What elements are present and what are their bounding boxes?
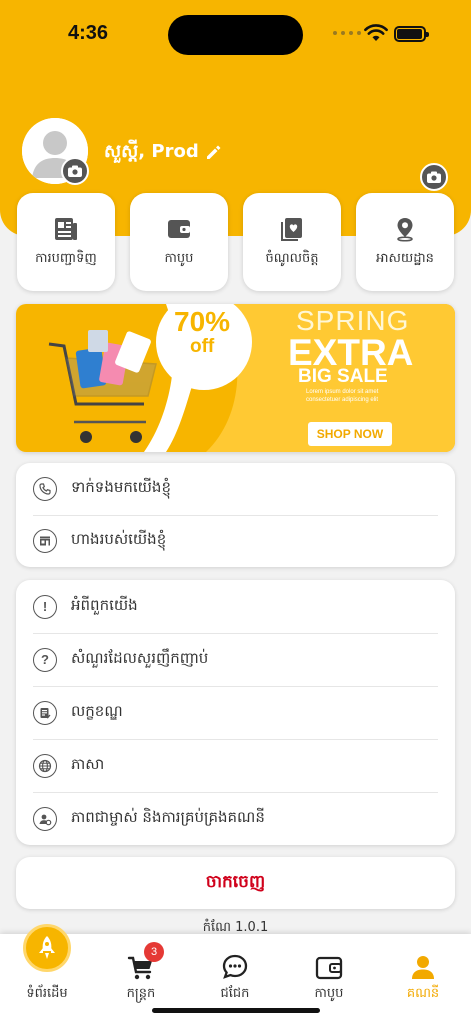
- greeting: សួស្តី, Prod: [104, 139, 222, 166]
- banner-line-big-sale: BIG SALE: [298, 366, 388, 387]
- menu-item-label: លក្ខខណ្ឌ: [71, 701, 123, 720]
- tab-cart[interactable]: កន្ត្រក 3: [94, 934, 188, 1004]
- menu-item-our-store[interactable]: ហាងរបស់យើងខ្ញុំ: [16, 515, 455, 567]
- dynamic-island: [168, 15, 303, 55]
- wallet-icon: [315, 956, 343, 980]
- change-cover-camera-icon[interactable]: [420, 163, 448, 191]
- quick-action-wallet[interactable]: កាបូប: [130, 193, 228, 291]
- tab-label: គណនី: [406, 986, 440, 1001]
- tab-label: ជជែក: [220, 986, 250, 1001]
- promo-banner[interactable]: 70% off SPRING EXTRA BIG SALE Lorem ipsu…: [16, 304, 455, 452]
- globe-icon: [33, 753, 57, 778]
- store-icon: [33, 529, 57, 553]
- menu-item-label: ភាសា: [71, 754, 105, 773]
- menu-item-language[interactable]: ភាសា: [16, 739, 455, 792]
- account-icon: [412, 956, 434, 979]
- wifi-icon: [364, 24, 388, 41]
- logout-button[interactable]: ចាកចេញ: [16, 857, 455, 909]
- menu-item-label: ភាពជាម្ចាស់ និងការគ្រប់គ្រងគណនី: [71, 807, 265, 826]
- menu-item-contact-us[interactable]: ទាក់ទងមកយើងខ្ញុំ: [16, 463, 455, 515]
- status-time: 4:36: [68, 22, 109, 44]
- quick-action-label: ចំណូលចិត្ត: [265, 250, 319, 266]
- discount-percent: 70%: [174, 306, 231, 337]
- question-icon: ?: [33, 647, 57, 672]
- greeting-text: សួស្តី, Prod: [104, 141, 199, 162]
- tab-home[interactable]: ទំព័រដើម: [0, 924, 94, 1004]
- status-bar: 4:36: [0, 0, 471, 70]
- tab-label: កាបូប: [314, 986, 344, 1001]
- quick-action-label: ការបញ្ជាទិញ: [35, 250, 97, 266]
- menu-item-terms[interactable]: លក្ខខណ្ឌ: [16, 686, 455, 739]
- quick-action-label: អាសយដ្ឋាន: [376, 250, 434, 266]
- menu-item-faq[interactable]: ? សំណួរដែលសួរញឹកញាប់: [16, 633, 455, 686]
- quick-action-orders[interactable]: ការបញ្ជាទិញ: [17, 193, 115, 291]
- quick-action-favorites[interactable]: ចំណូលចិត្ត: [243, 193, 341, 291]
- tab-account[interactable]: គណនី: [376, 934, 470, 1004]
- contact-menu-card: ទាក់ទងមកយើងខ្ញុំ ហាងរបស់យើងខ្ញុំ: [16, 463, 455, 567]
- cart-count-badge: 3: [144, 942, 164, 962]
- tab-label: កន្ត្រក: [126, 986, 156, 1001]
- quick-action-label: កាបូប: [164, 250, 194, 266]
- info-icon: !: [33, 594, 57, 619]
- menu-item-label: ទាក់ទងមកយើងខ្ញុំ: [71, 478, 171, 496]
- terms-icon: [33, 700, 57, 725]
- tab-wallet[interactable]: កាបូប: [282, 934, 376, 1004]
- banner-small-text-2: consectetuer adipiscing elit: [306, 397, 379, 403]
- favorite-icon: [281, 217, 302, 241]
- phone-icon: [33, 477, 57, 501]
- cellular-signal-icon: [333, 31, 361, 35]
- edit-pencil-icon[interactable]: [205, 144, 222, 161]
- menu-item-about-us[interactable]: ! អំពីពួកយើង: [16, 580, 455, 633]
- menu-item-label: សំណួរដែលសួរញឹកញាប់: [71, 648, 209, 667]
- tab-label: ទំព័រដើម: [26, 986, 68, 1001]
- location-pin-icon: [397, 217, 413, 242]
- wallet-icon: [168, 219, 190, 238]
- banner-small-text-1: Lorem ipsum dolor sit amet: [306, 389, 379, 395]
- account-manage-icon: [33, 806, 57, 831]
- change-avatar-camera-icon[interactable]: [61, 157, 89, 185]
- home-indicator: [152, 1008, 320, 1013]
- chat-icon: [222, 954, 248, 979]
- info-menu-card: ! អំពីពួកយើង ? សំណួរដែលសួរញឹកញាប់ លក្ខខណ…: [16, 580, 455, 845]
- tab-chat[interactable]: ជជែក: [188, 934, 282, 1004]
- quick-action-address[interactable]: អាសយដ្ឋាន: [356, 193, 454, 291]
- document-icon: [55, 217, 77, 240]
- menu-item-account-ownership[interactable]: ភាពជាម្ចាស់ និងការគ្រប់គ្រងគណនី: [16, 792, 455, 845]
- menu-item-label: ហាងរបស់យើងខ្ញុំ: [71, 530, 167, 548]
- battery-icon: [394, 26, 429, 42]
- menu-item-label: អំពីពួកយើង: [71, 595, 138, 614]
- discount-off-text: off: [190, 336, 215, 357]
- rocket-icon: [23, 924, 71, 972]
- shop-now-button[interactable]: SHOP NOW: [308, 422, 392, 446]
